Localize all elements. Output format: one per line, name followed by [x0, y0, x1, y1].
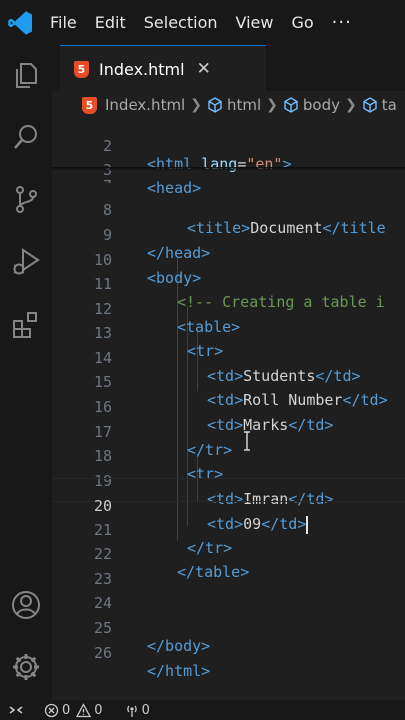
code-text: </html> — [147, 662, 211, 680]
code-line: 17 </tr> — [52, 405, 405, 459]
warning-count: 0 — [94, 702, 103, 718]
element-cube-icon — [284, 97, 298, 113]
settings-gear-icon[interactable] — [10, 651, 42, 683]
tab-bar: 5 Index.html ✕ — [52, 45, 405, 92]
element-cube-icon — [363, 97, 377, 113]
code-line: 18 <tr> — [52, 429, 405, 483]
warning-icon — [76, 702, 92, 717]
run-debug-icon[interactable] — [10, 245, 42, 277]
account-icon[interactable] — [10, 589, 42, 621]
breadcrumb-body[interactable]: body — [303, 96, 340, 114]
html5-file-icon: 5 — [82, 96, 97, 114]
ports-count: 0 — [141, 702, 150, 718]
code-line: 8 <title>Document</title — [52, 183, 405, 237]
activity-bar — [0, 45, 52, 700]
vscode-logo-icon — [8, 10, 32, 35]
code-line: 22 </table> — [52, 527, 405, 581]
line-number: 26 — [93, 644, 112, 662]
menu-view[interactable]: View — [236, 13, 274, 32]
breadcrumb: 5 Index.html ❯ html ❯ body ❯ ta — [52, 91, 405, 119]
code-line: 15 <td>Roll Number</td> — [52, 355, 405, 409]
code-line: 14 <td>Students</td> — [52, 331, 405, 385]
code-line: 12 <table> — [52, 282, 405, 336]
problems-indicator[interactable]: 0 0 — [44, 703, 103, 718]
remote-icon[interactable] — [8, 703, 24, 717]
code-line: 23 — [52, 552, 405, 588]
code-line: 2 <html lang="en"> — [52, 119, 405, 173]
error-count: 0 — [62, 702, 71, 718]
menu-file[interactable]: File — [50, 13, 77, 32]
tab-close-icon[interactable]: ✕ — [197, 59, 211, 79]
menu-edit[interactable]: Edit — [95, 13, 126, 32]
breadcrumb-html[interactable]: html — [227, 96, 261, 114]
code-line: 9 </head> — [52, 208, 405, 262]
status-bar: 0 0 0 — [0, 700, 405, 720]
code-line-active: 20 <td>09</td> — [52, 478, 405, 534]
code-line: 11 <!-- Creating a table i — [52, 257, 405, 311]
chevron-right-icon: ❯ — [190, 97, 202, 113]
code-line: 10 <body> — [52, 233, 405, 287]
error-icon — [44, 703, 59, 717]
code-line: 21 </tr> — [52, 503, 405, 557]
breadcrumb-table[interactable]: ta — [382, 96, 397, 114]
breadcrumb-file[interactable]: Index.html — [105, 96, 185, 114]
chevron-right-icon: ❯ — [344, 97, 357, 113]
code-line: 19 <td>Imran</td> — [52, 454, 405, 508]
code-editor[interactable]: 2 <html lang="en"> 3 <head> 7 initial-sc… — [52, 119, 405, 700]
explorer-icon[interactable] — [10, 59, 42, 91]
code-line: 26 </html> — [52, 626, 405, 680]
code-line: 16 <td>Marks</td> — [52, 380, 405, 434]
code-line: 13 <tr> — [52, 306, 405, 360]
source-control-icon[interactable] — [10, 183, 42, 215]
sticky-scroll-shadow — [52, 167, 405, 171]
ports-indicator[interactable]: 0 — [125, 703, 150, 718]
menu-go[interactable]: Go — [291, 13, 313, 32]
menu-bar: File Edit Selection View Go ··· — [0, 0, 405, 45]
tab-label: Index.html — [99, 59, 185, 79]
broadcast-icon — [126, 705, 137, 717]
html5-file-icon: 5 — [74, 60, 89, 78]
menu-selection[interactable]: Selection — [144, 13, 218, 32]
element-cube-icon — [208, 97, 222, 113]
code-line: 24 — [52, 576, 405, 612]
code-line: 25 </body> — [52, 601, 405, 655]
search-icon[interactable] — [10, 121, 42, 153]
tab-index-html[interactable]: 5 Index.html ✕ — [60, 45, 266, 92]
more-menu-icon[interactable]: ··· — [332, 12, 352, 33]
chevron-right-icon: ❯ — [266, 97, 278, 113]
text-cursor-ibeam-icon — [244, 431, 250, 451]
extensions-icon[interactable] — [10, 309, 42, 341]
code-line: 3 <head> — [52, 143, 405, 197]
